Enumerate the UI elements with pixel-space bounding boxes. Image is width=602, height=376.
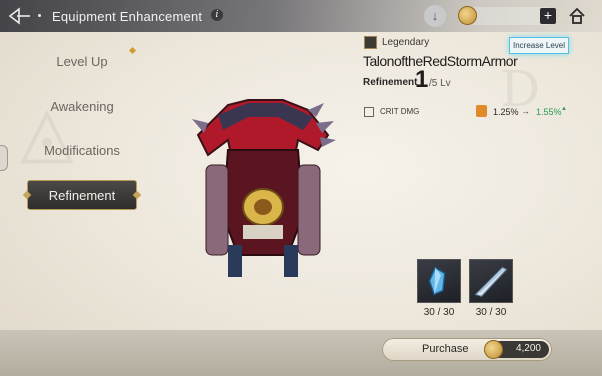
stat-next-value: 1.55% <box>536 107 562 117</box>
back-arrow-icon[interactable] <box>8 7 32 25</box>
material-slot-crystal[interactable] <box>417 259 461 303</box>
grade-icon <box>364 36 377 49</box>
top-bar: Equipment Enhancement i ↓ + <box>0 0 602 32</box>
home-icon[interactable] <box>568 7 586 25</box>
item-name: TalonoftheRedStormArmor <box>363 53 518 69</box>
increase-level-button[interactable]: Increase Level <box>509 37 569 54</box>
separator-dot <box>38 14 41 17</box>
price-display: 4,200 <box>484 340 549 359</box>
material-count-crystal: 30 / 30 <box>423 307 455 318</box>
grade-label: Legendary <box>382 37 430 48</box>
info-icon[interactable]: i <box>211 9 223 21</box>
price-value: 4,200 <box>515 343 541 354</box>
menu-item-refinement[interactable]: Refinement <box>27 180 137 210</box>
stat-boost-icon <box>476 105 487 117</box>
purchase-label: Purchase <box>422 343 469 355</box>
menu-item-modifications[interactable]: Modifications <box>12 143 152 158</box>
refinement-label: Refinement <box>363 77 418 88</box>
menu-item-awakening[interactable]: Awakening <box>12 99 152 114</box>
enhancement-screen: ◬ D Equipment Enhancement i ↓ + Level Up… <box>0 0 602 376</box>
side-handle[interactable] <box>0 145 8 171</box>
armor-image <box>192 99 336 277</box>
stat-name: CRIT DMG <box>380 107 420 116</box>
stat-current-value: 1.25% <box>493 107 519 117</box>
download-icon[interactable]: ↓ <box>424 5 446 27</box>
page-title: Equipment Enhancement <box>52 9 203 24</box>
arrow-right-icon: → <box>521 106 530 116</box>
gold-coin-icon <box>458 6 477 25</box>
menu-item-level-up[interactable]: Level Up <box>12 54 152 69</box>
increase-icon: ▲ <box>561 106 567 112</box>
add-currency-button[interactable]: + <box>540 8 556 24</box>
gold-currency-display: + <box>458 6 556 25</box>
material-count-blade: 30 / 30 <box>475 307 507 318</box>
material-slot-blade[interactable] <box>469 259 513 303</box>
silver-blade-icon <box>474 266 508 297</box>
gold-coin-icon <box>484 340 503 359</box>
refinement-max: /5 Lv <box>429 78 451 89</box>
blue-crystal-icon <box>428 266 446 296</box>
notification-dot <box>128 46 137 55</box>
purchase-button[interactable]: Purchase 4,200 <box>382 338 552 361</box>
refinement-level: 1 <box>415 66 429 93</box>
crit-dmg-icon <box>364 107 374 117</box>
